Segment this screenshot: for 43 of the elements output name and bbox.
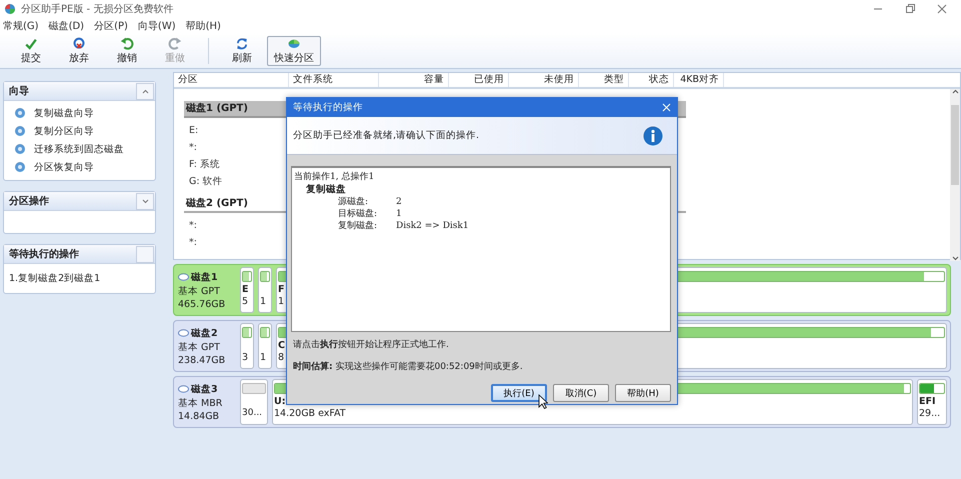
disk-type: 基本 GPT bbox=[178, 340, 221, 354]
partition-label: U: bbox=[274, 396, 286, 407]
table-cell-text: *: bbox=[188, 236, 197, 250]
disk-name: 磁盘2 bbox=[191, 326, 218, 340]
disk-name: 磁盘3 bbox=[191, 382, 218, 396]
partition-size: 1 bbox=[260, 296, 266, 307]
dialog-note: 请点击执行按钮开始让程序正式地工作. bbox=[293, 340, 449, 350]
disk-size: 14.84GB bbox=[178, 410, 220, 422]
panel-title: 向导 bbox=[9, 84, 29, 98]
dialog-note: 时间估算: 实现这些操作可能需要花00:52:09时间或更多. bbox=[293, 362, 523, 372]
partition-label: E bbox=[242, 284, 248, 295]
partition-size: 3 bbox=[242, 352, 248, 363]
table-cell-text: *: bbox=[188, 219, 197, 233]
disk-type: 基本 GPT bbox=[178, 284, 221, 298]
disk-name: 磁盘1 bbox=[191, 270, 218, 284]
partition-size: 1 bbox=[278, 296, 284, 307]
disk-size: 238.47GB bbox=[178, 354, 226, 366]
dialog-message: 分区助手已经准备就绪,请确认下面的操作. bbox=[293, 129, 480, 142]
partition-size: 14.20GB exFAT bbox=[274, 408, 346, 419]
partition-label: C bbox=[278, 340, 285, 351]
detail-label: 源磁盘: bbox=[338, 196, 370, 208]
operation-name: 复制磁盘 bbox=[305, 183, 347, 196]
detail-value: Disk2 => Disk1 bbox=[396, 220, 470, 232]
partition-size: 30... bbox=[242, 408, 262, 418]
partition-label: F bbox=[278, 284, 284, 295]
operation-summary: 当前操作1, 总操作1 bbox=[294, 170, 376, 183]
table-cell-text: *: bbox=[188, 141, 197, 155]
partition-label: EFI bbox=[919, 396, 936, 407]
table-cell-text: E: bbox=[188, 124, 198, 138]
partition-size: 8 bbox=[278, 352, 284, 363]
table-cell-text: F: 系统 bbox=[188, 158, 220, 172]
detail-label: 复制磁盘: bbox=[338, 220, 378, 232]
panel-title: 分区操作 bbox=[9, 194, 49, 208]
table-cell-text: G: 软件 bbox=[188, 175, 223, 189]
window-title: 分区助手PE版 - 无损分区免费软件 bbox=[21, 2, 174, 16]
partition-size: 29... bbox=[919, 408, 940, 419]
partition-size: 5 bbox=[242, 296, 248, 307]
disk-type: 基本 MBR bbox=[178, 396, 224, 410]
disk-size: 465.76GB bbox=[178, 298, 226, 310]
dialog-title: 等待执行的操作 bbox=[293, 101, 363, 114]
panel-title: 等待执行的操作 bbox=[9, 248, 79, 261]
partition-size: 1 bbox=[260, 352, 266, 363]
detail-value: 2 bbox=[396, 196, 403, 208]
